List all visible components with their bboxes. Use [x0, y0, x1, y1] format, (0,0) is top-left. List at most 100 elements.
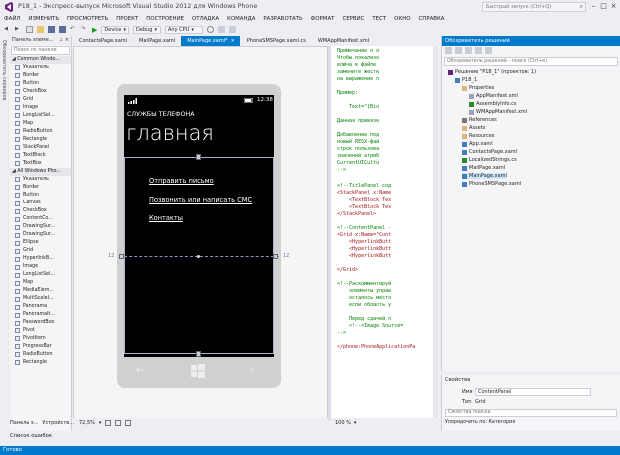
- configuration-dropdown[interactable]: Debug ▾: [133, 25, 162, 34]
- toolbox-all-item[interactable]: Border: [10, 184, 71, 192]
- save-all-icon[interactable]: [59, 26, 66, 33]
- toolbox-all-item[interactable]: ContentCo...: [10, 215, 71, 223]
- resize-handle-left[interactable]: [119, 254, 124, 259]
- comment-icon[interactable]: [218, 26, 226, 33]
- properties-search-input[interactable]: Свойства поиска: [445, 409, 617, 417]
- grid-toggle-icon[interactable]: [105, 420, 112, 426]
- editor-zoom-value[interactable]: 100 %: [335, 420, 351, 426]
- toolbox-all-item[interactable]: MediaElem...: [10, 287, 71, 295]
- menu-view[interactable]: ПРОСМОТРЕТЬ: [67, 16, 108, 22]
- hyperlink-send-mail[interactable]: Отправить письмо: [149, 177, 214, 185]
- toolbox-common-item[interactable]: Image: [10, 104, 71, 112]
- name-input[interactable]: ContentPanel: [475, 388, 591, 396]
- solution-tree-item[interactable]: LocalizedStrings.cs: [462, 157, 517, 163]
- home-icon[interactable]: [445, 47, 452, 54]
- toolbox-common-item[interactable]: StackPanel: [10, 144, 71, 152]
- solution-tree-item[interactable]: MailPage.xaml: [462, 165, 505, 171]
- menu-design[interactable]: РАЗРАБОТАТЬ: [263, 16, 302, 22]
- menu-debug[interactable]: ОТЛАДКА: [192, 16, 219, 22]
- toolbox-search-input[interactable]: Поиск по панели: [11, 46, 70, 55]
- toolbox-all-item[interactable]: Указатель: [10, 176, 71, 184]
- snap-icon[interactable]: [115, 420, 122, 426]
- document-tab[interactable]: ContactsPage.xaml: [73, 36, 132, 46]
- menu-test[interactable]: ТЕСТ: [372, 16, 386, 22]
- solution-tree-item[interactable]: References: [462, 117, 497, 123]
- properties-sort[interactable]: Упорядочить по: Категория: [445, 420, 515, 425]
- menu-format[interactable]: ФОРМАТ: [311, 16, 335, 22]
- save-icon[interactable]: [48, 26, 55, 33]
- solution-tree-item[interactable]: Resources: [462, 133, 495, 139]
- bookmark-icon[interactable]: [229, 26, 237, 33]
- toolbox-all-item[interactable]: RadioButton: [10, 351, 71, 359]
- solution-tree-item[interactable]: PhoneSMSPage.xaml: [462, 181, 521, 187]
- resize-handle-top[interactable]: [196, 154, 201, 160]
- toolbox-common-item[interactable]: Border: [10, 72, 71, 80]
- solution-tree-item[interactable]: Assets: [462, 125, 485, 131]
- toolbox-all-item[interactable]: PasswordBox: [10, 319, 71, 327]
- solution-tree-item[interactable]: WMAppManifest.xml: [469, 109, 527, 115]
- redo-icon[interactable]: ↷: [81, 26, 88, 33]
- toolbox-all-item[interactable]: Ellipse: [10, 239, 71, 247]
- document-tab[interactable]: MainPage.xaml* ×: [181, 36, 240, 46]
- toolbox-common-item[interactable]: Grid: [10, 96, 71, 104]
- document-tab[interactable]: PhoneSMSPage.xaml.cs: [241, 36, 311, 46]
- forward-icon[interactable]: ▶: [15, 26, 22, 33]
- solution-tree-item[interactable]: ContactsPage.xaml: [462, 149, 517, 155]
- toolbox-all-item[interactable]: Pivot: [10, 327, 71, 335]
- toolbox-all-item[interactable]: MultiScaleI...: [10, 295, 71, 303]
- toolbox-all-item[interactable]: Map: [10, 279, 71, 287]
- platform-dropdown[interactable]: Any CPU ▾: [165, 25, 204, 34]
- menu-help[interactable]: СПРАВКА: [419, 16, 445, 22]
- hyperlink-contacts[interactable]: Контакты: [149, 214, 183, 222]
- toolbox-common-item[interactable]: Map: [10, 120, 71, 128]
- editor-scrollbar[interactable]: [433, 46, 438, 418]
- solution-search-input[interactable]: Обозреватель решений - поиск (Ctrl+в): [444, 57, 618, 66]
- start-debugging-icon[interactable]: ▶: [92, 26, 97, 34]
- refresh-icon[interactable]: [465, 47, 472, 54]
- toolbox-all-item[interactable]: HyperlinkB...: [10, 255, 71, 263]
- toolbox-common-item[interactable]: Rectangle: [10, 136, 71, 144]
- toolbox-common-item[interactable]: RadioButton: [10, 128, 71, 136]
- resize-handle-right[interactable]: [273, 254, 278, 259]
- zoom-value[interactable]: 72,5%: [79, 420, 95, 426]
- menu-build[interactable]: ПОСТРОЕНИЕ: [146, 16, 184, 22]
- toolbox-tab[interactable]: Панель э...: [10, 420, 38, 426]
- solution-tree-item[interactable]: AppManifest.xml: [469, 93, 518, 99]
- toolbox-all-item[interactable]: Panorama: [10, 303, 71, 311]
- menu-window[interactable]: ОКНО: [394, 16, 410, 22]
- devices-tab[interactable]: Устройств...: [42, 420, 74, 426]
- chevron-down-icon[interactable]: ▾: [354, 420, 357, 426]
- chevron-down-icon[interactable]: ▾: [99, 420, 102, 426]
- find-icon[interactable]: [207, 26, 215, 33]
- close-button[interactable]: ×: [608, 0, 619, 12]
- xaml-editor[interactable]: Примечание о л Чтобы локализо ключа в файл…: [331, 46, 438, 418]
- pin-icon[interactable]: ⊥ ×: [59, 37, 69, 44]
- solution-tree-item[interactable]: P18_1: [455, 77, 477, 83]
- menu-tools[interactable]: СЕРВИС: [342, 16, 364, 22]
- menu-edit[interactable]: ИЗМЕНИТЬ: [28, 16, 59, 22]
- document-tab[interactable]: WMAppManifest.xml: [312, 36, 374, 46]
- solution-tree-item[interactable]: Решение "P18_1" (проектов: 1): [448, 69, 536, 75]
- solution-tree-item[interactable]: Properties: [462, 85, 494, 91]
- toolbox-all-item[interactable]: LongListSel...: [10, 271, 71, 279]
- new-file-icon[interactable]: [26, 26, 33, 33]
- toolbox-common-item[interactable]: TextBox: [10, 160, 71, 168]
- open-file-icon[interactable]: [37, 26, 44, 33]
- device-dropdown[interactable]: Device ▾: [101, 25, 130, 34]
- toolbox-all-item[interactable]: Canvas: [10, 200, 71, 208]
- menu-team[interactable]: КОМАНДА: [227, 16, 255, 22]
- document-tab[interactable]: MailPage.xaml: [133, 36, 180, 46]
- toolbox-all-item[interactable]: PanoramaIt...: [10, 311, 71, 319]
- toolbox-all-item[interactable]: DrawingSur...: [10, 231, 71, 239]
- toolbox-all-item[interactable]: ProgressBar: [10, 343, 71, 351]
- toolbox-all-item[interactable]: Image: [10, 263, 71, 271]
- hyperlink-call-sms[interactable]: Позвонить или написать СМС: [149, 196, 252, 204]
- toolbox-common-item[interactable]: Button: [10, 80, 71, 88]
- collapse-icon[interactable]: [475, 47, 482, 54]
- toolbox-common-item[interactable]: LongListSel...: [10, 112, 71, 120]
- quick-launch-input[interactable]: Быстрый запуск (Ctrl+Q) ⌕: [482, 2, 586, 12]
- toolbox-all-item[interactable]: CheckBox: [10, 207, 71, 215]
- solution-tree-item[interactable]: MainPage.xaml: [462, 173, 507, 179]
- toolbox-all-item[interactable]: Grid: [10, 247, 71, 255]
- toolbox-common-item[interactable]: TextBlock: [10, 152, 71, 160]
